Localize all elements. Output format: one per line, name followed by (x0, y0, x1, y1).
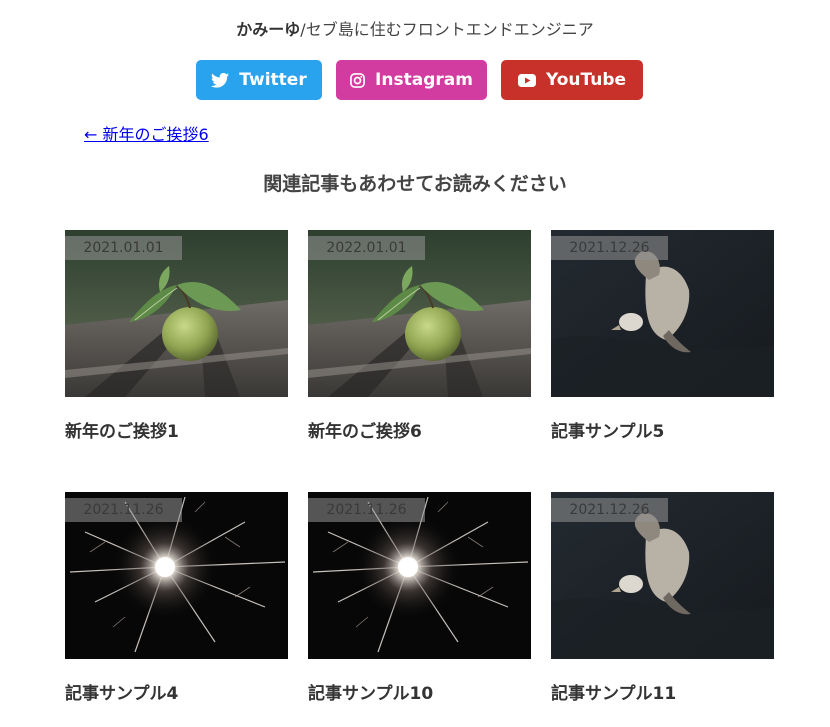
post-date-badge: 2021.11.26 (308, 498, 425, 522)
social-share-row: Twitter Instagram YouTube (0, 60, 830, 100)
youtube-label: YouTube (545, 70, 627, 90)
post-date-badge: 2021.12.26 (551, 236, 668, 260)
post-title[interactable]: 新年のご挨拶1 (65, 417, 288, 442)
related-post-card[interactable]: 2021.12.26 記事サンプル5 (551, 230, 774, 442)
youtube-play-icon (517, 73, 536, 87)
related-post-card[interactable]: 2021.11.26 記事サンプル10 (308, 492, 531, 704)
post-title[interactable]: 記事サンプル5 (551, 417, 774, 442)
youtube-button[interactable]: YouTube (501, 60, 643, 100)
post-date-badge: 2021.11.26 (65, 498, 182, 522)
post-title[interactable]: 記事サンプル4 (65, 679, 288, 704)
instagram-icon (350, 72, 365, 88)
post-date-badge: 2021.12.26 (551, 498, 668, 522)
post-title[interactable]: 新年のご挨拶6 (308, 417, 531, 442)
related-post-card[interactable]: 2022.01.01 新年のご挨拶6 (308, 230, 531, 442)
post-date-badge: 2021.01.01 (65, 236, 182, 260)
twitter-bird-icon (211, 72, 230, 88)
post-title[interactable]: 記事サンプル10 (308, 679, 531, 704)
author-line: かみーゆ/セブ島に住むフロントエンドエンジニア (0, 16, 830, 40)
related-post-card[interactable]: 2021.12.26 記事サンプル11 (551, 492, 774, 704)
previous-post-link[interactable]: ← 新年のご挨拶6 (84, 121, 209, 145)
post-thumbnail[interactable]: 2021.01.01 (65, 230, 288, 397)
post-thumbnail[interactable]: 2021.12.26 (551, 230, 774, 397)
post-thumbnail[interactable]: 2021.11.26 (65, 492, 288, 659)
post-thumbnail[interactable]: 2021.12.26 (551, 492, 774, 659)
twitter-button[interactable]: Twitter (196, 60, 322, 100)
post-title[interactable]: 記事サンプル11 (551, 679, 774, 704)
instagram-label: Instagram (375, 70, 473, 90)
post-date-badge: 2022.01.01 (308, 236, 425, 260)
related-post-card[interactable]: 2021.01.01 新年のご挨拶1 (65, 230, 288, 442)
author-name: かみーゆ (236, 20, 301, 39)
instagram-button[interactable]: Instagram (336, 60, 487, 100)
related-post-card[interactable]: 2021.11.26 記事サンプル4 (65, 492, 288, 704)
post-thumbnail[interactable]: 2021.11.26 (308, 492, 531, 659)
twitter-label: Twitter (239, 70, 307, 90)
related-posts-heading: 関連記事もあわせてお読みください (263, 173, 567, 195)
post-thumbnail[interactable]: 2022.01.01 (308, 230, 531, 397)
author-tagline: /セブ島に住むフロントエンドエンジニア (300, 20, 594, 39)
